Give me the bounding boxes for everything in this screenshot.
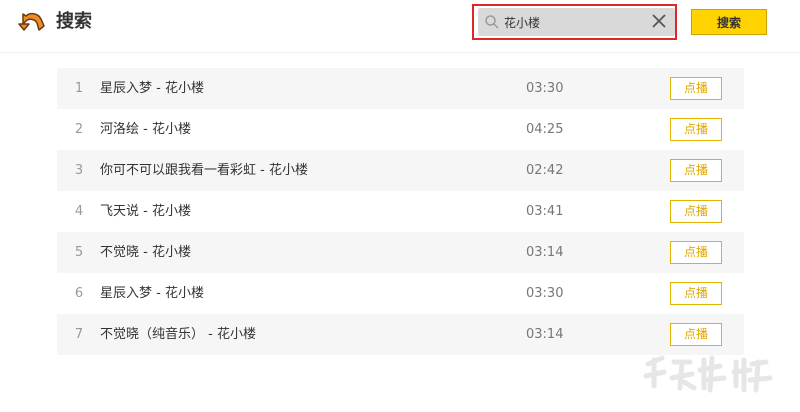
close-icon[interactable] xyxy=(651,13,667,29)
song-list: 1 星辰入梦 - 花小楼 03:30 点播 2 河洛绘 - 花小楼 04:25 … xyxy=(57,68,744,355)
song-index: 2 xyxy=(74,122,84,137)
song-duration: 03:14 xyxy=(526,245,564,260)
list-item[interactable]: 1 星辰入梦 - 花小楼 03:30 点播 xyxy=(57,68,744,109)
song-index: 5 xyxy=(74,245,84,260)
song-title[interactable]: 不觉晓 - 花小楼 xyxy=(100,232,191,273)
back-arrow-icon xyxy=(18,12,45,31)
list-item[interactable]: 6 星辰入梦 - 花小楼 03:30 点播 xyxy=(57,273,744,314)
play-button[interactable]: 点播 xyxy=(670,118,722,141)
song-duration: 03:30 xyxy=(526,286,564,301)
search-button[interactable]: 搜索 xyxy=(691,9,767,35)
song-duration: 02:42 xyxy=(526,163,564,178)
song-duration: 03:30 xyxy=(526,81,564,96)
song-title[interactable]: 星辰入梦 - 花小楼 xyxy=(100,68,204,109)
song-title[interactable]: 河洛绘 - 花小楼 xyxy=(100,109,191,150)
play-button[interactable]: 点播 xyxy=(670,200,722,223)
top-bar: 搜索 搜索 xyxy=(0,0,800,53)
song-index: 1 xyxy=(74,81,84,96)
play-button[interactable]: 点播 xyxy=(670,241,722,264)
song-index: 4 xyxy=(74,204,84,219)
list-item[interactable]: 4 飞天说 - 花小楼 03:41 点播 xyxy=(57,191,744,232)
back-button[interactable] xyxy=(17,10,47,36)
song-index: 6 xyxy=(74,286,84,301)
page-title: 搜索 xyxy=(56,11,92,32)
search-field[interactable] xyxy=(478,8,675,36)
play-button[interactable]: 点播 xyxy=(670,282,722,305)
song-duration: 03:14 xyxy=(526,327,564,342)
search-input[interactable] xyxy=(504,11,644,33)
play-button[interactable]: 点播 xyxy=(670,323,722,346)
play-button[interactable]: 点播 xyxy=(670,159,722,182)
song-duration: 03:41 xyxy=(526,204,564,219)
song-title[interactable]: 你可不可以跟我看一看彩虹 - 花小楼 xyxy=(100,150,308,191)
song-duration: 04:25 xyxy=(526,122,564,137)
song-index: 3 xyxy=(74,163,84,178)
list-item[interactable]: 3 你可不可以跟我看一看彩虹 - 花小楼 02:42 点播 xyxy=(57,150,744,191)
play-button[interactable]: 点播 xyxy=(670,77,722,100)
song-title[interactable]: 飞天说 - 花小楼 xyxy=(100,191,191,232)
list-item[interactable]: 7 不觉晓（纯音乐） - 花小楼 03:14 点播 xyxy=(57,314,744,355)
list-item[interactable]: 5 不觉晓 - 花小楼 03:14 点播 xyxy=(57,232,744,273)
song-title[interactable]: 星辰入梦 - 花小楼 xyxy=(100,273,204,314)
list-item[interactable]: 2 河洛绘 - 花小楼 04:25 点播 xyxy=(57,109,744,150)
song-index: 7 xyxy=(74,327,84,342)
watermark-logo xyxy=(643,355,773,393)
search-icon xyxy=(485,15,499,29)
song-title[interactable]: 不觉晓（纯音乐） - 花小楼 xyxy=(100,314,256,355)
